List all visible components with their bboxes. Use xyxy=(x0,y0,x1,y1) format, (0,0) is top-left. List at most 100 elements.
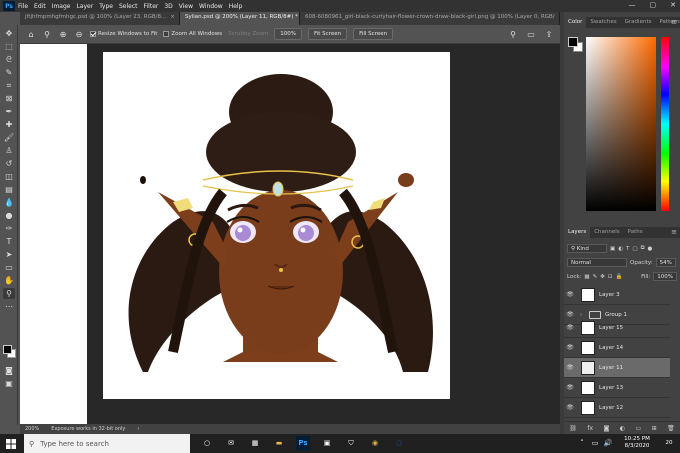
tab-channels[interactable]: Channels xyxy=(590,227,623,238)
resize-windows-checkbox[interactable]: Resize Windows to Fit xyxy=(90,31,157,37)
messenger-icon[interactable]: ◌ xyxy=(392,436,406,450)
history-brush-tool-icon[interactable]: ↺ xyxy=(3,158,15,169)
color-picker-field[interactable] xyxy=(586,37,656,211)
tab-document-2[interactable]: Sylian.psd @ 200% (Layer 11, RGB/8#) *× xyxy=(180,12,300,25)
tab-close-button[interactable]: × xyxy=(170,14,175,20)
tab-document-3[interactable]: 608-6080961_girl-black-curlyhair-flower-… xyxy=(300,12,560,25)
layer-filter-dropdown[interactable]: ⚲ Kind xyxy=(567,244,607,253)
quick-select-tool-icon[interactable]: ✎ xyxy=(3,67,15,78)
pen-tool-icon[interactable]: ✑ xyxy=(3,223,15,234)
calendar-app-icon[interactable]: ▦ xyxy=(248,436,262,450)
layer-row[interactable]: 👁 Layer 3 xyxy=(564,285,670,305)
move-tool-icon[interactable]: ✥ xyxy=(3,28,15,39)
link-icon[interactable]: ⛓ xyxy=(569,425,577,432)
menu-view[interactable]: View xyxy=(179,3,193,10)
tab-gradients[interactable]: Gradients xyxy=(621,17,656,28)
filter-smart-icon[interactable]: ⧉ xyxy=(641,245,645,252)
blend-mode-dropdown[interactable]: Normal xyxy=(567,258,627,267)
filter-toggle-icon[interactable]: ● xyxy=(648,246,653,252)
marquee-tool-icon[interactable]: ⬚ xyxy=(3,41,15,52)
fx-icon[interactable]: fx xyxy=(587,425,593,432)
opacity-field[interactable]: 54% xyxy=(655,258,676,267)
menu-image[interactable]: Image xyxy=(52,3,71,10)
visibility-eye-icon[interactable]: 👁 xyxy=(564,404,576,411)
filter-type-icon[interactable]: T xyxy=(626,246,629,252)
tray-chevron-icon[interactable]: ˄ xyxy=(575,436,589,450)
rectangle-tool-icon[interactable]: ▭ xyxy=(3,262,15,273)
lock-paint-icon[interactable]: ✎ xyxy=(593,274,598,280)
photoshop-taskbar-icon[interactable]: Ps xyxy=(296,436,310,450)
adjustment-icon[interactable]: ◐ xyxy=(620,425,625,432)
layer-row[interactable]: 👁 Layer 14 xyxy=(564,338,670,358)
chrome-icon[interactable]: ◉ xyxy=(368,436,382,450)
zoom-in-icon[interactable]: ⊕ xyxy=(58,29,68,39)
menu-3d[interactable]: 3D xyxy=(164,3,172,10)
notification-center-button[interactable]: 20 xyxy=(661,437,677,449)
eraser-tool-icon[interactable]: ◫ xyxy=(3,171,15,182)
mail-app-icon[interactable]: ✉ xyxy=(224,436,238,450)
zoom-value-field[interactable]: 100% xyxy=(274,28,302,40)
filter-adjustment-icon[interactable]: ◐ xyxy=(618,246,623,252)
menu-edit[interactable]: Edit xyxy=(34,3,46,10)
brush-tool-icon[interactable]: 🖌 xyxy=(3,132,15,143)
fit-screen-button[interactable]: Fit Screen xyxy=(307,28,348,40)
network-icon[interactable]: ▭ xyxy=(588,436,602,450)
visibility-eye-icon[interactable]: 👁 xyxy=(564,344,576,351)
blur-tool-icon[interactable]: 💧 xyxy=(3,197,15,208)
lasso-tool-icon[interactable]: ᘓ xyxy=(3,54,15,65)
menu-file[interactable]: File xyxy=(18,3,28,10)
close-window-button[interactable]: ✕ xyxy=(670,1,676,9)
minimize-button[interactable]: — xyxy=(629,1,636,9)
taskbar-search[interactable]: ⚲ Type here to search xyxy=(24,434,190,453)
menu-window[interactable]: Window xyxy=(199,3,223,10)
layer-row[interactable]: 👁 Layer 12 xyxy=(564,398,670,418)
mask-icon[interactable]: ◙ xyxy=(603,425,609,432)
canvas-artwork[interactable] xyxy=(103,52,450,399)
menu-layer[interactable]: Layer xyxy=(76,3,93,10)
start-button[interactable] xyxy=(0,434,22,453)
clone-stamp-tool-icon[interactable]: ♙ xyxy=(3,145,15,156)
crop-tool-icon[interactable]: ⌗ xyxy=(3,80,15,91)
task-view-icon[interactable]: ○ xyxy=(200,436,214,450)
tab-layers[interactable]: Layers xyxy=(564,227,591,238)
panel-menu-icon[interactable]: ≡ xyxy=(671,228,677,236)
visibility-eye-icon[interactable]: 👁 xyxy=(564,384,576,391)
taskbar-clock[interactable]: 10:25 PM 8/3/2020 xyxy=(617,436,657,450)
filter-shape-icon[interactable]: ▢ xyxy=(632,246,637,252)
search-icon[interactable]: ⚲ xyxy=(508,29,518,39)
dodge-tool-icon[interactable]: ● xyxy=(3,210,15,221)
frame-tool-icon[interactable]: ⊠ xyxy=(3,93,15,104)
volume-icon[interactable]: 🔊 xyxy=(601,436,615,450)
visibility-eye-icon[interactable]: 👁 xyxy=(564,291,576,298)
fill-field[interactable]: 100% xyxy=(653,272,677,281)
foreground-color-swatch[interactable] xyxy=(3,345,12,354)
lock-all-icon[interactable]: 🔒 xyxy=(615,274,622,280)
menu-filter[interactable]: Filter xyxy=(144,3,159,10)
filter-pixel-icon[interactable]: ▣ xyxy=(610,246,615,252)
lock-position-icon[interactable]: ✥ xyxy=(600,274,605,280)
share-icon[interactable]: ⇪ xyxy=(544,29,554,39)
zoom-out-icon[interactable]: ⊖ xyxy=(74,29,84,39)
layer-row[interactable]: 👁 Layer 13 xyxy=(564,378,670,398)
group-expand-chevron-icon[interactable]: › xyxy=(580,312,582,318)
new-layer-icon[interactable]: ⊞ xyxy=(652,425,657,432)
zoom-tool-icon[interactable]: ⚲ xyxy=(42,29,52,39)
hue-slider[interactable] xyxy=(661,37,669,211)
fill-screen-button[interactable]: Fill Screen xyxy=(353,28,394,40)
maximize-button[interactable]: ▢ xyxy=(650,1,657,9)
visibility-eye-icon[interactable]: 👁 xyxy=(564,364,576,371)
file-explorer-icon[interactable]: ▬ xyxy=(272,436,286,450)
trash-icon[interactable]: 🗑 xyxy=(667,425,675,432)
zoom-all-windows-checkbox[interactable]: Zoom All Windows xyxy=(163,31,222,37)
screen-mode-icon[interactable]: ▣ xyxy=(3,378,15,389)
status-arrow-icon[interactable]: › xyxy=(137,426,139,432)
workspace-icon[interactable]: ▭ xyxy=(526,29,536,39)
menu-type[interactable]: Type xyxy=(99,3,113,10)
visibility-eye-icon[interactable]: 👁 xyxy=(564,311,576,318)
scrubby-zoom-checkbox[interactable]: Scrubby Zoom xyxy=(228,31,268,37)
menu-select[interactable]: Select xyxy=(119,3,138,10)
zoom-tool-icon[interactable]: ⚲ xyxy=(3,288,15,299)
tab-document-1[interactable]: jftjhfmpmhgfmhgc.psd @ 100% (Layer 23, R… xyxy=(20,12,180,25)
eyedropper-tool-icon[interactable]: ✒ xyxy=(3,106,15,117)
folder-icon[interactable]: ▭ xyxy=(635,425,641,432)
